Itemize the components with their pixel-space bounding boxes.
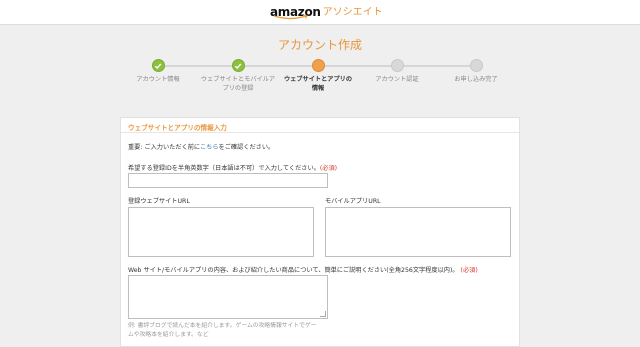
- hint-line: 例: 書評ブログで読んだ本を紹介します。ゲームの攻略情報サイトでゲー: [128, 323, 317, 329]
- website-url-textarea[interactable]: [128, 207, 314, 257]
- step-label: アカウント認証: [375, 76, 419, 83]
- step-label: ウェブサイトとアプリの: [283, 76, 353, 83]
- description-hint: 例: 書評ブログで読んだ本を紹介します。ゲームの攻略情報サイトでゲー ムや攻略本…: [128, 322, 338, 340]
- store-id-label: 希望する登録IDを半角英数字（日本語は不可）で入力してください。(必須): [128, 163, 337, 172]
- required-mark: (必須): [319, 165, 338, 172]
- step-complete-icon: [231, 59, 245, 72]
- resize-handle-icon[interactable]: [320, 311, 326, 317]
- page-title: アカウント作成: [277, 38, 362, 52]
- notice-link[interactable]: こちら: [200, 144, 219, 151]
- step-label: アカウント情報: [136, 76, 180, 83]
- logo-associates-text: アソシエイト: [322, 7, 383, 18]
- description-textarea[interactable]: [128, 275, 328, 319]
- form-card: ウェブサイトとアプリの情報入力 重要: ご入力いただく前にこちらをご確認ください…: [120, 117, 520, 347]
- step-complete: お申し込み完了: [431, 58, 521, 84]
- description-label: Web サイト/モバイルアプリの内容、および紹介したい商品について、簡単にご説明…: [128, 265, 478, 274]
- step-label-line2: プリの登録: [222, 85, 254, 92]
- section-title: ウェブサイトとアプリの情報入力: [121, 118, 519, 133]
- amazon-associates-logo[interactable]: amazon アソシエイト: [270, 3, 383, 20]
- step-pending-icon: [469, 59, 483, 72]
- notice-text: : ご入力いただく前に: [140, 144, 200, 151]
- store-id-label-text: 希望する登録IDを半角英数字（日本語は不可）で入力してください。: [128, 165, 320, 172]
- mobile-app-url-textarea[interactable]: [325, 207, 511, 257]
- step-current-icon: [311, 59, 325, 72]
- notice-prefix: 重要: [128, 144, 141, 151]
- description-label-text: Web サイト/モバイルアプリの内容、および紹介したい商品について、簡単にご説明…: [128, 267, 459, 274]
- step-account-verification: アカウント認証: [352, 58, 442, 84]
- website-url-label: 登録ウェブサイトURL: [128, 198, 190, 205]
- progress-steps: アカウント情報 ウェブサイトとモバイルア プリの登録 ウェブサイトとアプリの 情…: [0, 58, 640, 98]
- step-complete-icon: [151, 59, 165, 72]
- step-site-registration: ウェブサイトとモバイルア プリの登録: [193, 58, 283, 93]
- notice-text-end: をご確認ください。: [218, 144, 275, 151]
- step-label: お申し込み完了: [454, 76, 498, 83]
- top-bar: amazon アソシエイト: [0, 0, 640, 25]
- required-mark: (必須): [460, 267, 478, 274]
- smile-arrow-icon: [273, 15, 308, 20]
- mobile-app-url-label: モバイルアプリURL: [325, 198, 381, 205]
- step-site-info: ウェブサイトとアプリの 情報: [273, 58, 363, 93]
- step-label-line2: 情報: [311, 85, 325, 92]
- important-notice: 重要: ご入力いただく前にこちらをご確認ください。: [128, 142, 274, 151]
- step-account-info: アカウント情報: [113, 58, 203, 84]
- step-label: ウェブサイトとモバイルア: [200, 76, 276, 83]
- store-id-input[interactable]: [128, 173, 328, 188]
- step-pending-icon: [390, 59, 404, 72]
